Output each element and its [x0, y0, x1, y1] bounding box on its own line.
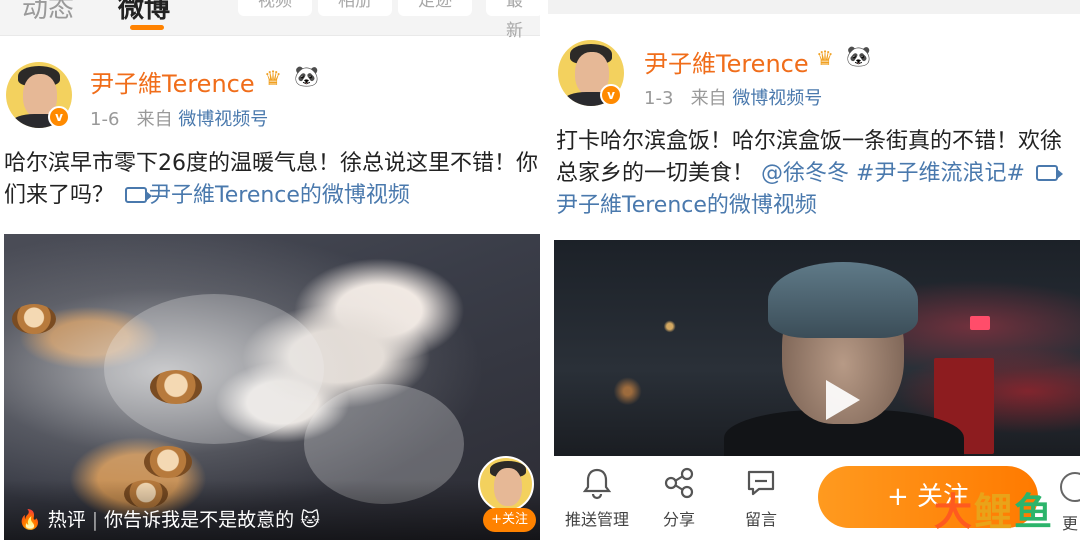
profile-tabs: 动态 微博 视频 相册 足迹 最新: [0, 0, 540, 41]
post-meta: 1-3 来自 微博视频号: [644, 84, 822, 110]
tab-dynamic[interactable]: 动态: [22, 0, 74, 25]
mini-follow-button[interactable]: +关注: [483, 508, 536, 532]
right-screenshot: v 尹子維Terence ♛ 🐼 1-3 来自 微博视频号 打卡哈尔滨盒饭！哈尔…: [548, 0, 1080, 540]
comment-button[interactable]: 留言: [716, 458, 806, 530]
author-name[interactable]: 尹子維Terence: [90, 64, 255, 99]
steamer-basket: [144, 446, 192, 478]
video-link-icon: [125, 187, 153, 203]
neon-sign: [970, 316, 990, 330]
filter-chip-latest[interactable]: 最新: [486, 0, 540, 41]
video-link-label: 尹子維Terence的微博视频: [556, 193, 817, 218]
panda-icon: 🐼: [846, 44, 871, 68]
filter-chip-footprint[interactable]: 足迹: [398, 0, 472, 16]
filter-chip-video[interactable]: 视频: [238, 0, 312, 16]
person-hair: [768, 262, 918, 338]
play-icon[interactable]: [818, 378, 862, 422]
more-label: 更: [1062, 514, 1079, 533]
crown-icon: ♛: [264, 66, 282, 90]
watermark-char: 大: [933, 490, 974, 534]
left-screenshot: 动态 微博 视频 相册 足迹 最新 v 尹子維Terence ♛ 🐼 1-6 来…: [0, 0, 540, 540]
steam: [104, 294, 324, 444]
post-meta: 1-6 来自 微博视频号: [90, 105, 268, 131]
verified-badge-icon: v: [600, 84, 622, 106]
hashtag-link[interactable]: #尹子维流浪记#: [856, 161, 1025, 186]
steamer-basket: [150, 370, 202, 404]
crown-icon: ♛: [816, 46, 834, 70]
filter-chip-album[interactable]: 相册: [318, 0, 392, 16]
video-player[interactable]: 🔥 热评 | 你告诉我是不是故意的 🐱 +关注: [4, 234, 540, 540]
share-icon: [662, 466, 696, 500]
post-text: 哈尔滨早市零下26度的温暖气息！徐总说这里不错！你们来了吗？ 尹子維Terenc…: [4, 148, 540, 212]
flame-icon: 🔥: [18, 509, 42, 531]
comment-label: 留言: [744, 510, 777, 529]
top-strip: [548, 0, 1080, 14]
share-button[interactable]: 分享: [634, 458, 724, 530]
hot-comment-text: 你告诉我是不是故意的: [104, 509, 295, 531]
hot-comment[interactable]: 🔥 热评 | 你告诉我是不是故意的 🐱: [18, 505, 320, 532]
cat-emoji-icon: 🐱: [300, 509, 321, 531]
bell-icon: [580, 466, 614, 500]
more-icon[interactable]: [1060, 472, 1080, 502]
share-label: 分享: [662, 510, 695, 529]
watermark-char: 鱼: [1013, 490, 1054, 534]
active-tab-indicator: [130, 25, 164, 30]
post-source[interactable]: 微博视频号: [732, 88, 822, 109]
push-settings-label: 推送管理: [564, 510, 629, 529]
push-settings-button[interactable]: 推送管理: [552, 458, 642, 530]
tab-weibo[interactable]: 微博: [118, 0, 170, 25]
mini-author-avatar[interactable]: [478, 456, 534, 512]
post-date: 1-6: [90, 109, 120, 130]
video-link-icon: [1035, 165, 1063, 181]
panda-icon: 🐼: [294, 64, 319, 88]
post-text: 打卡哈尔滨盒饭！哈尔滨盒饭一条街真的不错！欢徐总家乡的一切美食！ @徐冬冬 #尹…: [556, 126, 1080, 222]
steamer-basket: [12, 304, 56, 334]
video-link-label: 尹子維Terence的微博视频: [149, 183, 410, 208]
watermark-logo: 大鲤鱼: [934, 481, 1054, 536]
post-date: 1-3: [644, 88, 674, 109]
comment-icon: [744, 466, 778, 500]
video-link[interactable]: 尹子維Terence的微博视频: [121, 183, 410, 208]
author-name[interactable]: 尹子維Terence: [644, 44, 809, 79]
source-prefix: 来自: [136, 109, 173, 130]
watermark-char: 鲤: [973, 490, 1014, 534]
post-source[interactable]: 微博视频号: [178, 109, 268, 130]
verified-badge-icon: v: [48, 106, 70, 128]
hot-label: 热评: [47, 509, 86, 531]
source-prefix: 来自: [690, 88, 727, 109]
panel-divider: [540, 0, 548, 540]
video-player[interactable]: [554, 240, 1080, 456]
mention-link[interactable]: @徐冬冬: [761, 161, 849, 186]
